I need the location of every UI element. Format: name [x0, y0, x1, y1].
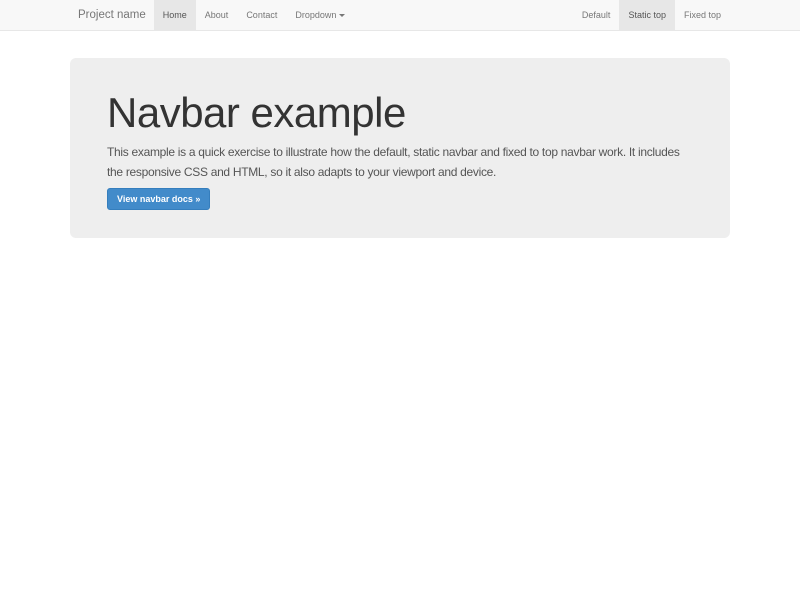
navbar-brand[interactable]: Project name	[70, 0, 154, 30]
page-title: Navbar example	[107, 90, 693, 136]
nav-item-default[interactable]: Default	[573, 0, 620, 30]
navbar-container: Project name Home About Contact Dropdown…	[70, 0, 730, 30]
nav-item-dropdown[interactable]: Dropdown	[286, 0, 354, 30]
caret-down-icon	[339, 14, 345, 17]
nav-item-static-top[interactable]: Static top	[619, 0, 675, 30]
navbar: Project name Home About Contact Dropdown…	[0, 0, 800, 31]
navbar-left-nav: Home About Contact Dropdown	[154, 0, 355, 30]
jumbotron-description: This example is a quick exercise to illu…	[107, 142, 693, 182]
nav-item-home[interactable]: Home	[154, 0, 196, 30]
nav-item-fixed-top[interactable]: Fixed top	[675, 0, 730, 30]
view-navbar-docs-button[interactable]: View navbar docs »	[107, 188, 210, 210]
nav-item-about[interactable]: About	[196, 0, 238, 30]
navbar-right-nav: Default Static top Fixed top	[573, 0, 730, 30]
nav-item-contact[interactable]: Contact	[237, 0, 286, 30]
jumbotron: Navbar example This example is a quick e…	[70, 58, 730, 238]
main-content: Navbar example This example is a quick e…	[0, 58, 800, 238]
nav-item-dropdown-label: Dropdown	[295, 10, 336, 20]
